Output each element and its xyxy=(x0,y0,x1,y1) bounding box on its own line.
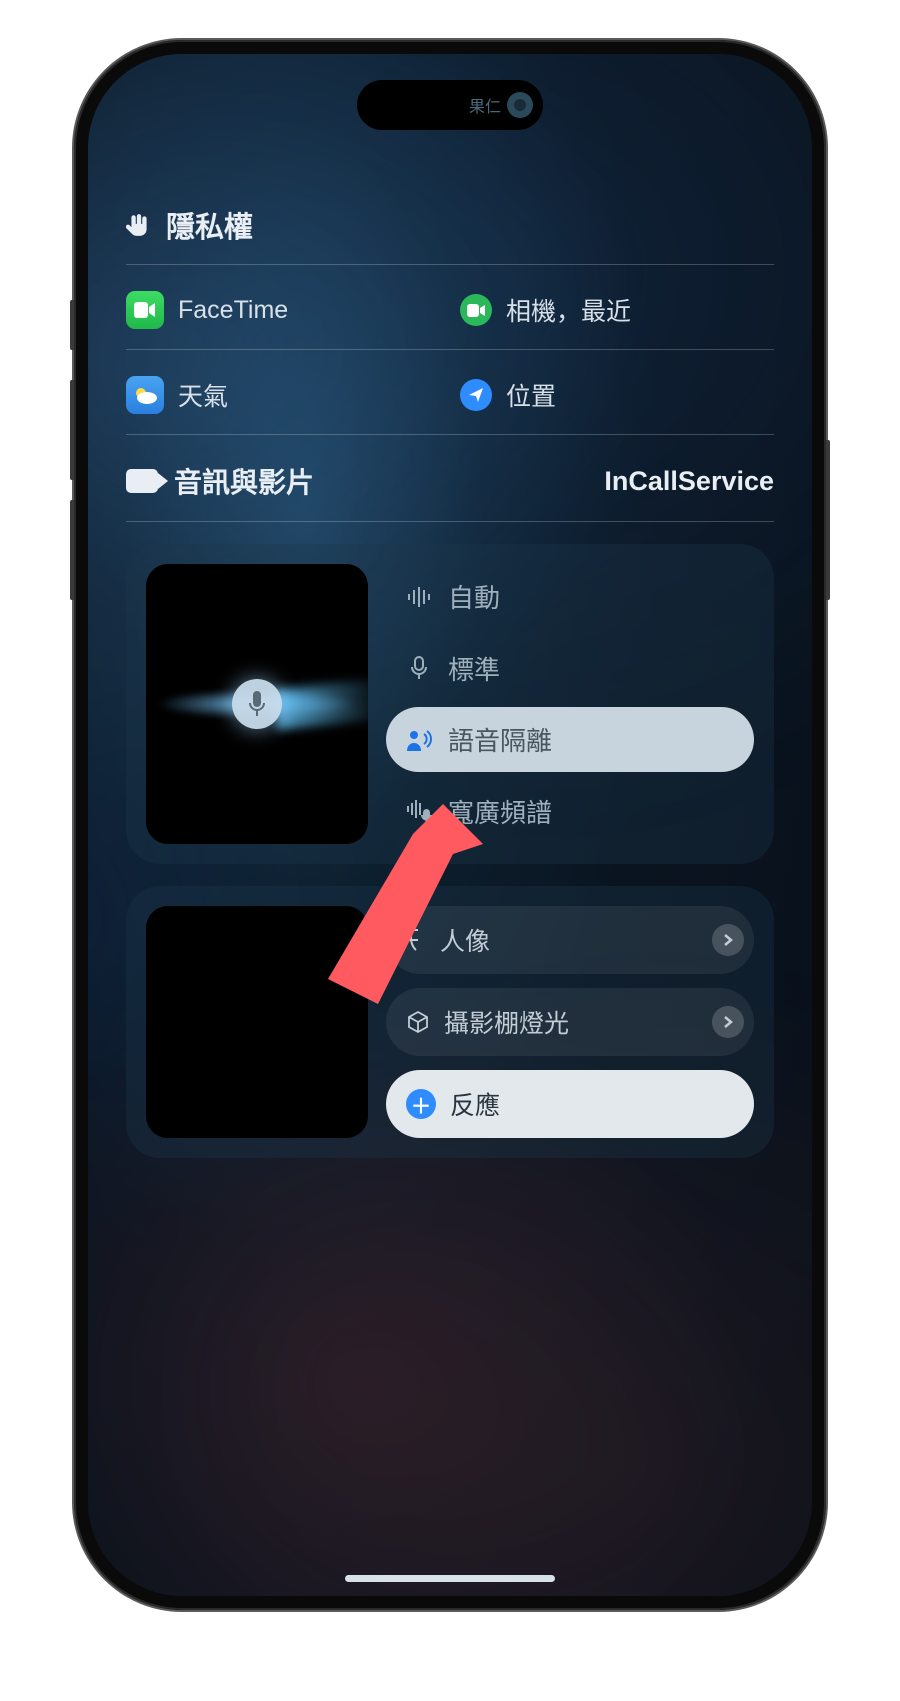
effect-reactions[interactable]: ＋ 反應 xyxy=(386,1070,754,1138)
location-indicator-icon xyxy=(460,379,492,411)
privacy-item-camera[interactable]: 相機，最近 xyxy=(460,291,774,329)
audio-preview xyxy=(146,564,368,844)
mic-mode-auto-label: 自動 xyxy=(448,578,500,615)
weather-label: 天氣 xyxy=(178,377,228,413)
plus-circle-icon: ＋ xyxy=(406,1089,436,1119)
hand-icon xyxy=(126,212,152,238)
phone-frame: 果仁 隱私權 FaceTime xyxy=(74,40,826,1610)
waveform-icon xyxy=(406,587,432,607)
facetime-app-icon xyxy=(126,291,164,329)
privacy-item-facetime[interactable]: FaceTime xyxy=(126,291,440,329)
facetime-label: FaceTime xyxy=(178,296,288,325)
waveform-mic-icon xyxy=(406,800,432,822)
camera-indicator-icon xyxy=(460,294,492,326)
chevron-right-icon xyxy=(712,1006,744,1038)
mic-mode-wide-spectrum[interactable]: 寬廣頻譜 xyxy=(386,779,754,844)
mic-icon xyxy=(406,656,432,680)
island-label: 果仁 xyxy=(469,93,501,117)
cube-icon xyxy=(406,1010,430,1034)
mic-circle-icon xyxy=(232,679,282,729)
privacy-item-location[interactable]: 位置 xyxy=(460,376,774,414)
video-preview xyxy=(146,906,368,1138)
weather-app-icon xyxy=(126,376,164,414)
mic-mode-standard[interactable]: 標準 xyxy=(386,636,754,701)
mic-mode-voice-isolation-label: 語音隔離 xyxy=(448,721,552,758)
av-title: 音訊與影片 xyxy=(174,461,314,501)
av-header[interactable]: 音訊與影片 InCallService xyxy=(126,455,774,522)
person-wave-icon xyxy=(406,729,432,751)
aperture-f-icon xyxy=(406,928,426,952)
mic-mode-wide-spectrum-label: 寬廣頻譜 xyxy=(448,793,552,830)
chevron-right-icon xyxy=(712,924,744,956)
privacy-header: 隱私權 xyxy=(126,204,774,265)
mic-mode-voice-isolation[interactable]: 語音隔離 xyxy=(386,707,754,772)
home-indicator[interactable] xyxy=(345,1575,555,1582)
av-service-label: InCallService xyxy=(604,466,774,497)
screen: 果仁 隱私權 FaceTime xyxy=(88,54,812,1596)
studio-light-label: 攝影棚燈光 xyxy=(444,1004,569,1040)
mic-mode-auto[interactable]: 自動 xyxy=(386,564,754,629)
mic-mode-panel: 自動 標準 語音隔離 xyxy=(126,544,774,864)
reactions-label: 反應 xyxy=(450,1086,500,1122)
privacy-item-weather[interactable]: 天氣 xyxy=(126,376,440,414)
effect-portrait[interactable]: 人像 xyxy=(386,906,754,974)
dynamic-island: 果仁 xyxy=(357,80,543,130)
mic-mode-standard-label: 標準 xyxy=(448,650,500,687)
location-label: 位置 xyxy=(506,377,556,413)
effect-studio-light[interactable]: 攝影棚燈光 xyxy=(386,988,754,1056)
video-effects-panel: 人像 攝影棚燈光 xyxy=(126,886,774,1158)
camera-label: 相機，最近 xyxy=(506,292,631,328)
island-avatar-icon xyxy=(507,92,533,118)
privacy-title: 隱私權 xyxy=(166,204,253,246)
video-icon xyxy=(126,469,158,493)
portrait-label: 人像 xyxy=(440,922,490,958)
